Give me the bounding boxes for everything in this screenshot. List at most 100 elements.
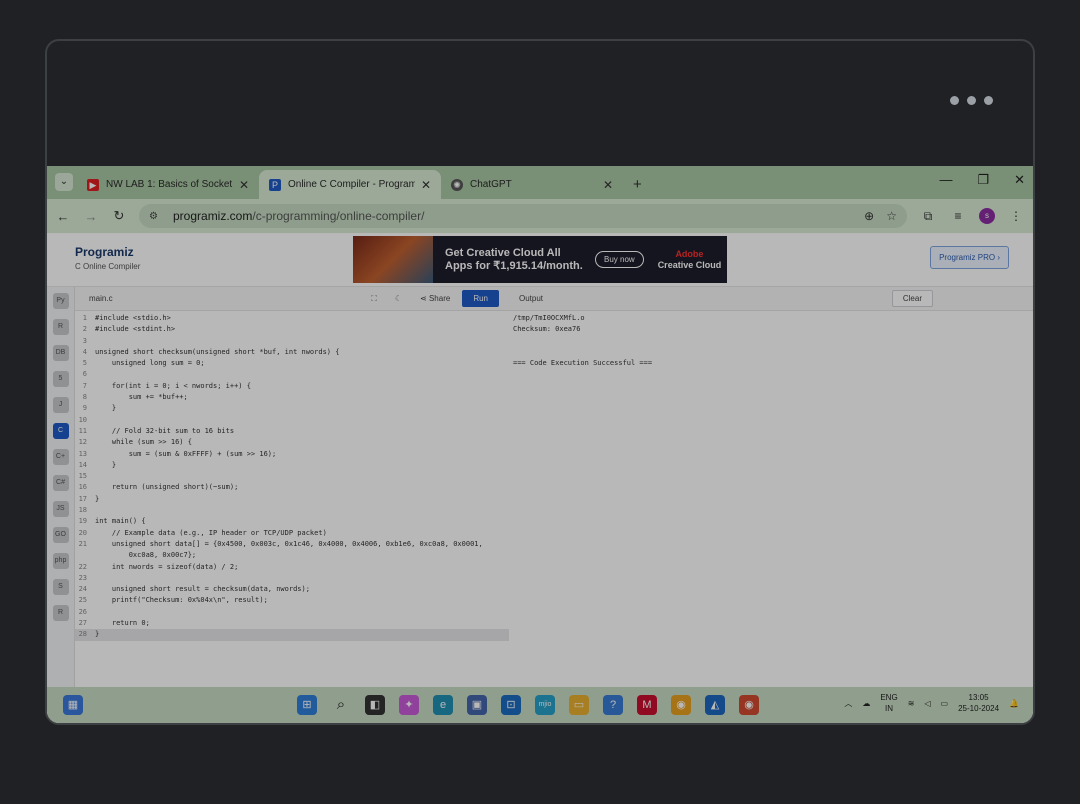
new-tab-icon[interactable]: +: [633, 176, 642, 193]
search-icon[interactable]: ⌕: [331, 695, 351, 715]
task-view-icon[interactable]: ◧: [365, 695, 385, 715]
reload-icon[interactable]: ↻: [111, 208, 127, 224]
code-line[interactable]: 23: [75, 573, 509, 584]
volume-icon[interactable]: ◁: [924, 699, 930, 708]
mcafee-icon[interactable]: M: [637, 695, 657, 715]
cpp-icon[interactable]: C+: [52, 449, 69, 465]
r-icon[interactable]: R: [52, 319, 69, 335]
profile-avatar[interactable]: s: [979, 208, 995, 224]
widgets-icon[interactable]: ▦: [63, 695, 83, 715]
code-line[interactable]: 2 #include <stdint.h>: [75, 324, 509, 335]
fullscreen-icon[interactable]: ⛶: [371, 294, 377, 304]
photos-icon[interactable]: ▣: [467, 695, 487, 715]
code-line[interactable]: 28}: [75, 629, 509, 641]
menu-kebab-icon[interactable]: ⋮: [1007, 209, 1025, 223]
clear-button[interactable]: Clear: [891, 290, 933, 307]
js-icon[interactable]: JS: [52, 501, 69, 517]
tab-programiz[interactable]: P Online C Compiler - Programiz ✕: [259, 170, 441, 199]
more-dots-icon[interactable]: [950, 96, 993, 105]
language-indicator[interactable]: ENG IN: [880, 692, 897, 714]
code-line[interactable]: 20 // Example data (e.g., IP header or T…: [75, 528, 509, 539]
minimize-icon[interactable]: —: [939, 172, 952, 188]
close-icon[interactable]: ✕: [421, 178, 431, 192]
code-line[interactable]: 14 }: [75, 460, 509, 471]
code-line[interactable]: 8 sum += *buf++;: [75, 392, 509, 403]
file-tab[interactable]: main.c: [89, 294, 371, 303]
csharp-icon[interactable]: C#: [52, 475, 69, 491]
python-app-icon[interactable]: ?: [603, 695, 623, 715]
tab-chatgpt[interactable]: ✺ ChatGPT ✕: [441, 170, 623, 199]
ad-buy-button[interactable]: Buy now: [595, 251, 644, 268]
code-line[interactable]: 7 for(int i = 0; i < nwords; i++) {: [75, 381, 509, 392]
code-line[interactable]: 10: [75, 415, 509, 426]
address-bar[interactable]: ⚙ programiz.com/c-programming/online-com…: [139, 204, 907, 228]
clock[interactable]: 13:05 25-10-2024: [958, 692, 999, 714]
file-explorer-icon[interactable]: ▭: [569, 695, 589, 715]
code-line[interactable]: 5 unsigned long sum = 0;: [75, 358, 509, 369]
code-line[interactable]: 16 return (unsigned short)(~sum);: [75, 482, 509, 493]
media-queue-icon[interactable]: ≡: [949, 209, 967, 223]
code-line[interactable]: 9 }: [75, 403, 509, 414]
close-window-icon[interactable]: ✕: [1014, 172, 1025, 188]
code-line[interactable]: 26: [75, 607, 509, 618]
chevron-up-icon[interactable]: ︿: [844, 698, 852, 709]
close-icon[interactable]: ✕: [239, 178, 249, 192]
theme-toggle-icon[interactable]: ☾: [395, 294, 402, 303]
zoom-icon[interactable]: ⊕: [864, 209, 874, 223]
code-line[interactable]: 13 sum = (sum & 0xFFFF) + (sum >> 16);: [75, 449, 509, 460]
run-button[interactable]: Run: [462, 290, 499, 307]
go-icon[interactable]: GO: [52, 527, 69, 543]
wifi-icon[interactable]: ≋: [908, 699, 915, 708]
java-icon[interactable]: J: [52, 397, 69, 413]
code-editor[interactable]: 1 #include <stdio.h> 2 #include <stdint.h> 3…: [75, 313, 509, 641]
code-line[interactable]: 21 unsigned short data[] = {0x4500, 0x00…: [75, 539, 509, 550]
swift-icon[interactable]: S: [52, 579, 69, 595]
code-line[interactable]: 24 unsigned short result = checksum(data…: [75, 584, 509, 595]
python-icon[interactable]: Py: [52, 293, 69, 309]
site-info-icon[interactable]: ⚙: [149, 211, 165, 222]
notification-bell-icon[interactable]: 🔔: [1009, 699, 1019, 708]
close-icon[interactable]: ✕: [603, 178, 613, 192]
battery-icon[interactable]: ▭: [941, 699, 949, 708]
restore-icon[interactable]: ❐: [977, 172, 989, 188]
code-line[interactable]: 3: [75, 336, 509, 347]
code-line[interactable]: 12 while (sum >> 16) {: [75, 437, 509, 448]
back-icon[interactable]: ←: [55, 209, 71, 224]
rust-icon[interactable]: R: [52, 605, 69, 621]
code-line[interactable]: 18: [75, 505, 509, 516]
chrome-icon[interactable]: ◉: [671, 695, 691, 715]
code-line[interactable]: 17}: [75, 494, 509, 505]
tab-nw-lab[interactable]: ▶ NW LAB 1: Basics of Socket Pro ✕: [77, 170, 259, 199]
ad-banner[interactable]: Get Creative Cloud All Apps for ₹1,915.1…: [353, 236, 727, 283]
sql-icon[interactable]: DB: [52, 345, 69, 361]
extensions-icon[interactable]: ⧉: [919, 209, 937, 224]
bookmark-star-icon[interactable]: ☆: [886, 209, 897, 223]
code-line[interactable]: 0xc0a8, 0x00c7};: [75, 550, 509, 561]
wireshark-icon[interactable]: ◭: [705, 695, 725, 715]
code-line[interactable]: 22 int nwords = sizeof(data) / 2;: [75, 562, 509, 573]
tab-search-icon[interactable]: ⌄: [55, 173, 73, 191]
php-icon[interactable]: php: [52, 553, 69, 569]
programiz-logo[interactable]: Programiz C Online Compiler: [75, 245, 140, 271]
code-line[interactable]: 27 return 0;: [75, 618, 509, 629]
myjio-icon[interactable]: mjio: [535, 695, 555, 715]
code-line[interactable]: 19 int main() {: [75, 516, 509, 527]
copilot-icon[interactable]: ✦: [399, 695, 419, 715]
forward-icon[interactable]: →: [83, 209, 99, 224]
html-icon[interactable]: 5: [52, 371, 69, 387]
start-icon[interactable]: ⊞: [297, 695, 317, 715]
programiz-pro-button[interactable]: Programiz PRO ›: [930, 246, 1009, 269]
edge-icon[interactable]: e: [433, 695, 453, 715]
code-line[interactable]: 15: [75, 471, 509, 482]
code-line[interactable]: 4 unsigned short checksum(unsigned short …: [75, 347, 509, 358]
chrome-profile-icon[interactable]: ◉: [739, 695, 759, 715]
url-host: programiz.com: [173, 209, 253, 223]
code-line[interactable]: 25 printf("Checksum: 0x%04x\n", result);: [75, 595, 509, 606]
code-line[interactable]: 11 // Fold 32-bit sum to 16 bits: [75, 426, 509, 437]
code-line[interactable]: 6: [75, 369, 509, 380]
c-icon[interactable]: C: [52, 423, 69, 439]
code-line[interactable]: 1 #include <stdio.h>: [75, 313, 509, 324]
share-button[interactable]: ⋖ Share: [420, 294, 450, 303]
onedrive-icon[interactable]: ☁: [862, 699, 870, 708]
store-icon[interactable]: ⊡: [501, 695, 521, 715]
